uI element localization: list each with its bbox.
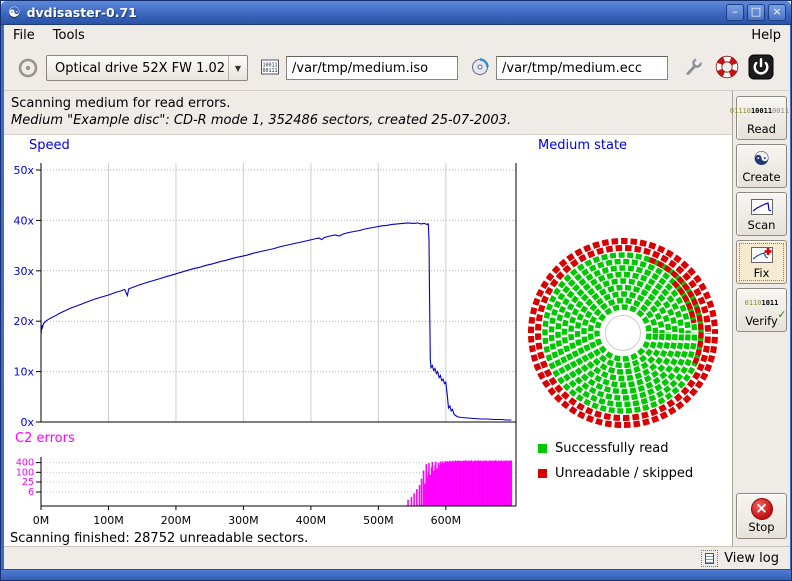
action-column: 01110 10011 00111 Read ☯ Create Scan	[732, 90, 790, 546]
svg-text:400M: 400M	[296, 514, 327, 527]
binary-read-icon: 01110 10011 00111	[730, 100, 792, 122]
ecc-path-input[interactable]	[496, 56, 668, 80]
legend-unreadable: Unreadable / skipped	[538, 466, 693, 481]
drive-icon-button[interactable]	[14, 54, 42, 82]
yin-yang-icon: ☯	[753, 148, 770, 170]
main-canvas: Speed C2 errors 0x10x20x30x40x50x6251004…	[4, 134, 732, 546]
svg-text:6: 6	[28, 487, 34, 498]
scan-finished-status: Scanning finished: 28752 unreadable sect…	[10, 531, 308, 546]
verify-button[interactable]: 0110 1011 ✓ Verify	[736, 288, 787, 332]
binary-verify-icon: 0110 1011 ✓	[745, 292, 779, 314]
iso-file-icon: 10011 00111	[260, 58, 280, 80]
drive-select[interactable]: Optical drive 52X FW 1.02 ▼	[46, 55, 248, 81]
minimize-button[interactable]: –	[726, 4, 744, 21]
window-title: dvdisaster-0.71	[27, 5, 137, 20]
window-frame-bottom	[1, 569, 791, 581]
menu-tools[interactable]: Tools	[44, 26, 94, 45]
svg-text:0x: 0x	[20, 416, 34, 429]
status-line-1: Scanning medium for read errors.	[11, 96, 230, 111]
svg-text:200M: 200M	[161, 514, 192, 527]
scan-button[interactable]: Scan	[736, 192, 787, 236]
svg-text:100M: 100M	[93, 514, 124, 527]
stop-x-icon: ×	[751, 498, 773, 520]
maximize-button[interactable]: □	[747, 4, 765, 21]
green-swatch	[538, 444, 547, 453]
create-button-label: Create	[742, 170, 780, 184]
red-swatch	[538, 469, 547, 478]
dvdisaster-window: ☯ dvdisaster-0.71 – □ × File Tools Help …	[0, 0, 792, 581]
log-sheet-icon	[701, 550, 718, 567]
status-area: Scanning medium for read errors. Medium …	[4, 90, 790, 134]
disc-icon	[17, 57, 39, 79]
svg-text:300M: 300M	[228, 514, 259, 527]
svg-text:0M: 0M	[33, 514, 50, 527]
create-button[interactable]: ☯ Create	[736, 144, 787, 188]
legend-read-label: Successfully read	[555, 441, 668, 456]
medium-state-disc	[518, 231, 728, 435]
fix-button[interactable]: Fix	[736, 240, 787, 284]
view-log-button[interactable]: View log	[698, 549, 782, 568]
stop-button[interactable]: × Stop	[736, 493, 787, 539]
view-log-label: View log	[724, 551, 779, 566]
app-icon: ☯	[8, 6, 21, 20]
wrench-icon	[684, 57, 704, 77]
quit-button[interactable]	[746, 52, 776, 82]
svg-text:500M: 500M	[363, 514, 394, 527]
menu-help[interactable]: Help	[742, 26, 790, 45]
close-button[interactable]: ×	[768, 4, 786, 21]
fix-button-label: Fix	[754, 266, 770, 280]
stop-button-label: Stop	[748, 520, 774, 534]
menu-file[interactable]: File	[4, 26, 44, 45]
preferences-button[interactable]	[680, 53, 708, 81]
scan-button-label: Scan	[748, 218, 776, 232]
speed-c2-chart: 0x 10x 20x 30x 40x 50x 625100400 0M 100M 200M 300M…	[7, 135, 531, 531]
svg-text:100: 100	[16, 467, 34, 478]
legend-unreadable-label: Unreadable / skipped	[555, 466, 693, 481]
medium-state-label: Medium state	[538, 138, 627, 153]
svg-text:25: 25	[22, 477, 34, 488]
status-line-2: Medium "Example disc": CD-R mode 1, 3524…	[11, 113, 511, 128]
footer-bar: View log	[4, 546, 790, 569]
drive-select-value: Optical drive 52X FW 1.02	[47, 61, 228, 76]
read-button-label: Read	[747, 122, 776, 136]
menubar: File Tools Help	[4, 25, 790, 46]
chevron-down-icon: ▼	[228, 56, 247, 80]
svg-text:400: 400	[16, 458, 34, 469]
power-icon	[748, 54, 774, 80]
toolbar: Optical drive 52X FW 1.02 ▼ 10011 00111	[4, 46, 790, 90]
svg-text:00111: 00111	[262, 68, 277, 74]
check-icon: ✓	[778, 311, 785, 317]
lifesaver-icon	[715, 55, 739, 79]
read-button[interactable]: 01110 10011 00111 Read	[736, 96, 787, 140]
svg-text:600M: 600M	[431, 514, 462, 527]
svg-text:50x: 50x	[13, 164, 34, 177]
verify-button-label: Verify	[745, 314, 778, 328]
fix-tools-icon	[751, 244, 773, 266]
svg-text:10x: 10x	[13, 366, 34, 379]
ecc-file-icon	[470, 58, 490, 80]
scan-graph-icon	[751, 196, 773, 218]
help-button[interactable]	[712, 52, 742, 82]
svg-text:20x: 20x	[13, 315, 34, 328]
legend-successfully-read: Successfully read	[538, 441, 668, 456]
svg-text:40x: 40x	[13, 214, 34, 227]
svg-text:30x: 30x	[13, 265, 34, 278]
iso-path-input[interactable]	[286, 56, 458, 80]
titlebar[interactable]: ☯ dvdisaster-0.71 – □ ×	[1, 1, 791, 25]
